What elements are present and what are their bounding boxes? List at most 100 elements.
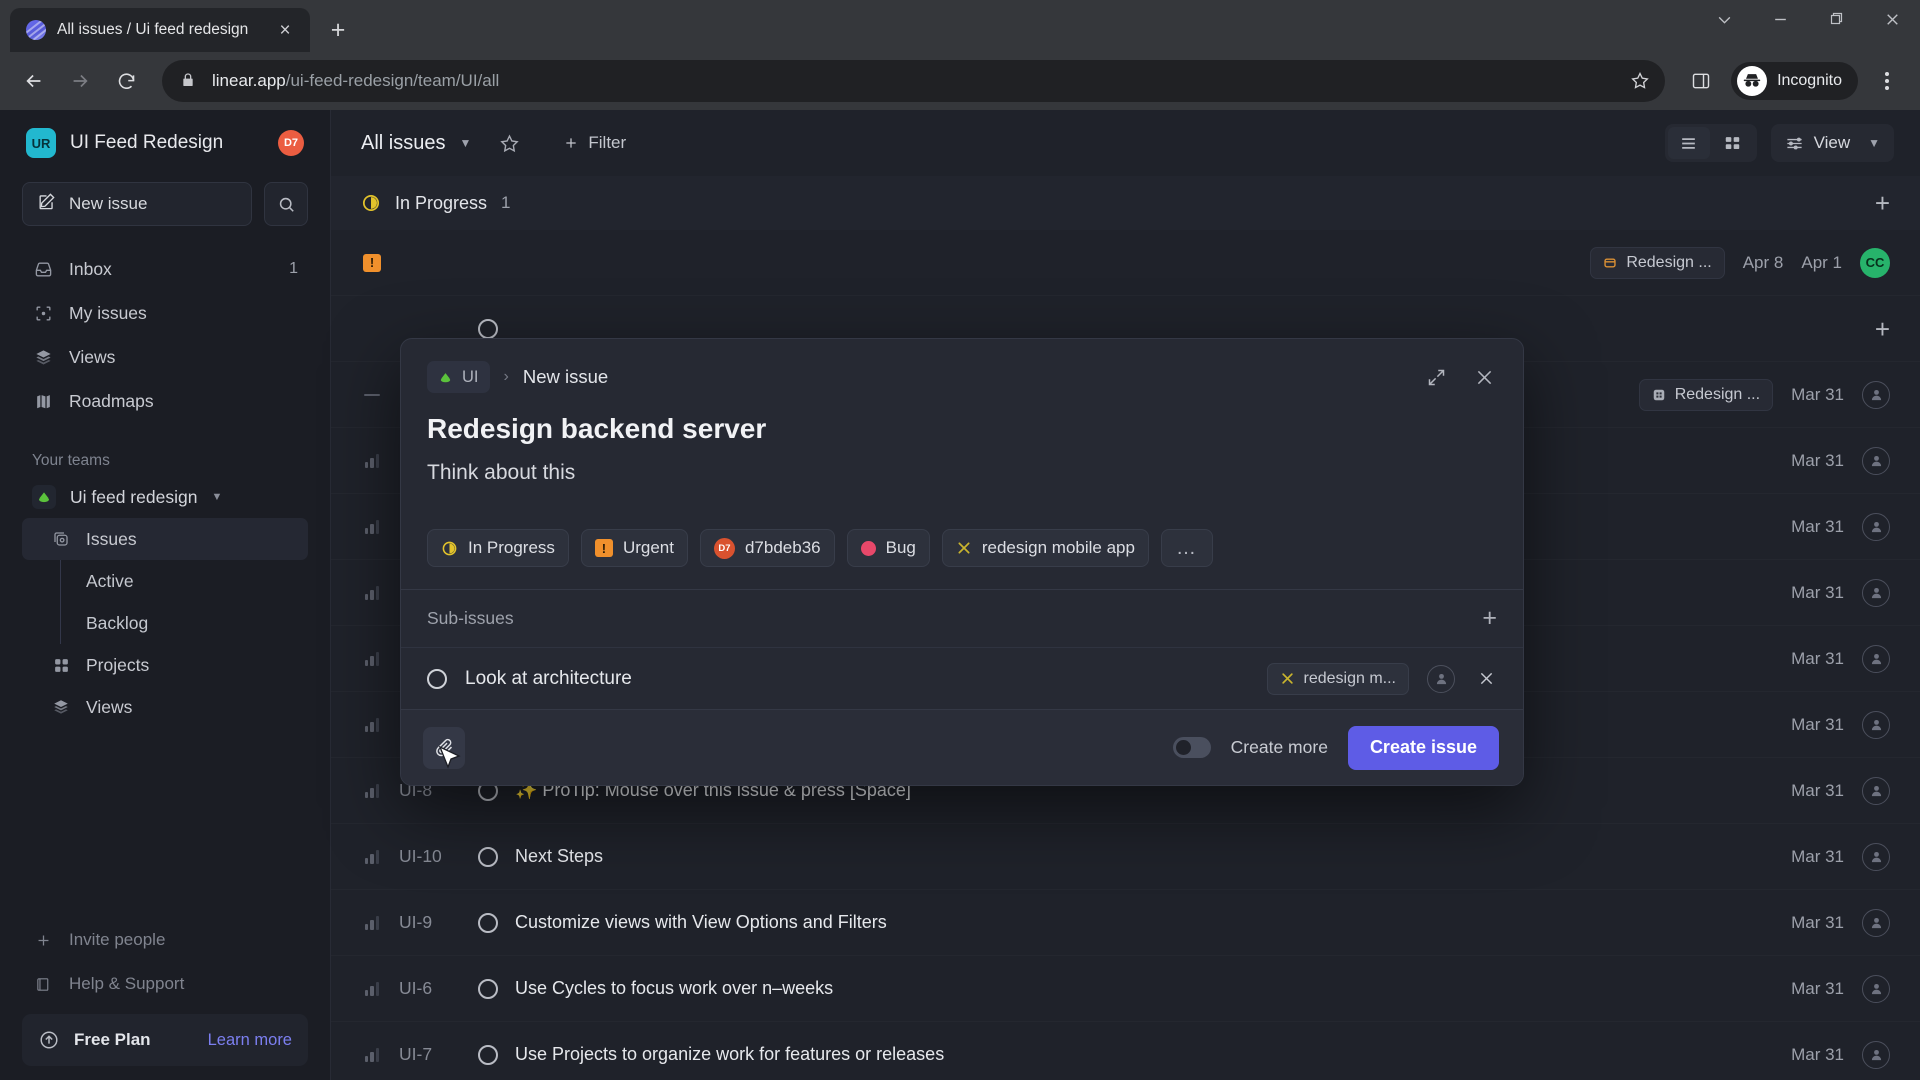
chevron-down-icon[interactable]: ▼	[459, 136, 471, 150]
assignee-placeholder-icon[interactable]	[1862, 1040, 1890, 1069]
address-bar[interactable]: linear.app/ui-feed-redesign/team/UI/all	[162, 60, 1666, 102]
bookmark-star-icon[interactable]	[1623, 64, 1657, 98]
project-chip[interactable]: Redesign ...	[1590, 246, 1725, 279]
assignee-placeholder-icon[interactable]	[1862, 908, 1890, 937]
status-icon[interactable]	[477, 846, 499, 867]
filter-button[interactable]: Filter	[549, 125, 640, 161]
sidebar-item-inbox[interactable]: Inbox 1	[22, 248, 308, 290]
table-row[interactable]: UI-10 Next Steps Mar 31	[331, 824, 1920, 890]
assignee-placeholder-icon[interactable]	[1427, 664, 1455, 693]
sidebar-item-label: My issues	[69, 302, 147, 323]
table-row[interactable]: UI-6 Use Cycles to focus work over n–wee…	[331, 956, 1920, 1022]
assignee-placeholder-icon[interactable]	[1862, 776, 1890, 805]
label-property-button[interactable]: Bug	[846, 529, 930, 567]
avatar[interactable]: CC	[1860, 247, 1890, 278]
issue-id: UI-9	[399, 912, 433, 932]
sidebar-item-active[interactable]: Active	[22, 560, 308, 602]
add-issue-to-group-button[interactable]: +	[1875, 190, 1890, 216]
star-icon[interactable]	[489, 125, 529, 161]
status-icon[interactable]	[477, 1044, 499, 1065]
row-meta: Mar 31	[1791, 908, 1890, 937]
new-issue-button[interactable]: New issue	[22, 182, 252, 226]
search-icon[interactable]	[264, 182, 308, 226]
url-bar: linear.app/ui-feed-redesign/team/UI/all …	[0, 52, 1920, 110]
sidebar-item-my-issues[interactable]: My issues	[22, 292, 308, 334]
assignee-placeholder-icon[interactable]	[1862, 446, 1890, 475]
chevron-down-icon[interactable]: ▼	[211, 491, 222, 503]
sidebar-item-roadmaps[interactable]: Roadmaps	[22, 380, 308, 422]
workspace-name: UI Feed Redesign	[70, 132, 224, 153]
create-issue-button[interactable]: Create issue	[1347, 725, 1499, 770]
plan-card[interactable]: Free Plan Learn more	[22, 1014, 308, 1066]
new-tab-button[interactable]: +	[318, 10, 358, 50]
close-icon[interactable]	[1471, 364, 1497, 390]
incognito-icon	[1737, 66, 1768, 96]
assignee-placeholder-icon[interactable]	[1862, 380, 1890, 409]
sidebar-item-projects[interactable]: Projects	[22, 644, 308, 686]
issue-id: UI-10	[399, 846, 442, 866]
assignee-property-button[interactable]: D7 d7bdeb36	[699, 529, 835, 567]
project-chip[interactable]: Redesign ...	[1638, 378, 1774, 411]
table-row[interactable]: UI-9 Customize views with View Options a…	[331, 890, 1920, 956]
three-dot-menu-icon[interactable]	[1868, 62, 1906, 100]
table-row[interactable]: ! Redesign ... Apr 8 Apr 1 CC	[331, 230, 1920, 296]
remove-subissue-icon[interactable]	[1473, 666, 1499, 692]
help-support-button[interactable]: Help & Support	[22, 962, 308, 1006]
forward-arrow-icon[interactable]	[60, 61, 100, 101]
assignee-placeholder-icon[interactable]	[1862, 578, 1890, 607]
side-panel-icon[interactable]	[1681, 61, 1721, 101]
close-icon[interactable]: ×	[272, 17, 298, 43]
subissue-project-chip[interactable]: redesign m...	[1266, 662, 1409, 695]
profile-chip[interactable]: Incognito	[1731, 62, 1858, 100]
project-icon	[1652, 388, 1666, 402]
subissue-row[interactable]: Look at architecture redesign m...	[401, 647, 1523, 709]
sidebar-item-team-views[interactable]: Views	[22, 686, 308, 728]
issue-title-input[interactable]: Redesign backend server	[401, 393, 1523, 445]
assignee-placeholder-icon[interactable]	[1862, 644, 1890, 673]
board-view-icon[interactable]	[1712, 127, 1754, 159]
learn-more-link[interactable]: Learn more	[208, 1031, 292, 1050]
add-issue-button[interactable]: +	[1875, 316, 1890, 342]
create-more-toggle[interactable]	[1172, 737, 1211, 758]
row-meta: Redesign ... Mar 31	[1638, 378, 1890, 411]
maximize-icon[interactable]	[1808, 2, 1864, 36]
minimize-icon[interactable]	[1752, 2, 1808, 36]
workspace-header[interactable]: UR UI Feed Redesign D7	[22, 110, 308, 176]
reload-icon[interactable]	[106, 61, 146, 101]
status-icon[interactable]	[477, 912, 499, 933]
assignee-placeholder-icon[interactable]	[1862, 512, 1890, 541]
group-header-in-progress[interactable]: In Progress 1 +	[331, 176, 1920, 230]
assignee-placeholder-icon[interactable]	[1862, 974, 1890, 1003]
sidebar-item-label: Views	[69, 346, 116, 367]
add-subissue-button[interactable]: +	[1482, 606, 1497, 631]
chevron-down-icon[interactable]	[1696, 2, 1752, 36]
invite-people-button[interactable]: Invite people	[22, 918, 308, 962]
table-row[interactable]: UI-7 Use Projects to organize work for f…	[331, 1022, 1920, 1080]
back-arrow-icon[interactable]	[14, 61, 54, 101]
more-properties-button[interactable]: …	[1160, 529, 1213, 567]
sidebar-item-issues[interactable]: Issues	[22, 518, 308, 560]
status-property-button[interactable]: In Progress	[427, 529, 569, 567]
sidebar-item-label: Inbox	[69, 258, 112, 279]
status-icon[interactable]	[427, 668, 447, 689]
assignee-placeholder-icon[interactable]	[1862, 710, 1890, 739]
sidebar-item-label: Projects	[86, 654, 150, 675]
sidebar-item-backlog[interactable]: Backlog	[22, 602, 308, 644]
expand-icon[interactable]	[1423, 364, 1449, 390]
browser-tab[interactable]: All issues / Ui feed redesign ×	[10, 8, 310, 52]
list-view-icon[interactable]	[1667, 127, 1710, 159]
project-property-button[interactable]: redesign mobile app	[941, 529, 1149, 567]
priority-property-button[interactable]: ! Urgent	[580, 529, 688, 567]
issue-description-input[interactable]: Think about this	[401, 445, 1523, 485]
view-options-button[interactable]: View ▼	[1770, 124, 1894, 162]
sidebar-item-views[interactable]: Views	[22, 336, 308, 378]
breadcrumb-team[interactable]: UI	[427, 361, 490, 393]
paperclip-icon[interactable]	[423, 726, 465, 769]
status-icon[interactable]	[477, 978, 499, 999]
assignee-placeholder-icon[interactable]	[1862, 842, 1890, 871]
team-row[interactable]: Ui feed redesign ▼	[22, 476, 308, 518]
due-date: Mar 31	[1791, 780, 1844, 800]
close-icon[interactable]	[1864, 2, 1920, 36]
group-count: 1	[501, 193, 511, 212]
user-badge[interactable]: D7	[278, 130, 304, 156]
